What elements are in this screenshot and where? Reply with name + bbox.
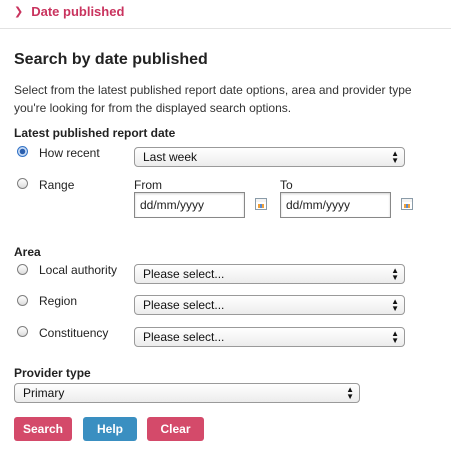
from-label: From: [134, 178, 162, 192]
constituency-label: Constituency: [39, 326, 109, 340]
constituency-select[interactable]: Please select... ▲ ▼: [134, 327, 405, 347]
to-label: To: [280, 178, 293, 192]
constituency-value: Please select...: [143, 330, 225, 344]
select-arrows-icon: ▲ ▼: [391, 329, 399, 345]
select-arrows-icon: ▲ ▼: [346, 385, 354, 401]
region-value: Please select...: [143, 298, 225, 312]
how-recent-label: How recent: [39, 146, 100, 160]
region-radio[interactable]: [17, 295, 28, 306]
divider: [0, 28, 451, 29]
from-date-input[interactable]: dd/mm/yyyy: [134, 192, 245, 218]
from-calendar-icon[interactable]: [255, 198, 267, 210]
select-arrows-icon: ▲ ▼: [391, 297, 399, 313]
report-date-label: Latest published report date: [14, 126, 176, 140]
how-recent-radio[interactable]: [17, 146, 28, 157]
provider-type-label: Provider type: [14, 366, 91, 380]
how-recent-select[interactable]: Last week ▲ ▼: [134, 147, 405, 167]
region-label: Region: [39, 294, 78, 308]
search-button[interactable]: Search: [14, 417, 72, 441]
to-calendar-icon[interactable]: [401, 198, 413, 210]
how-recent-value: Last week: [143, 150, 198, 164]
select-arrows-icon: ▲ ▼: [391, 266, 399, 282]
constituency-radio[interactable]: [17, 326, 28, 337]
local-authority-label: Local authority: [39, 263, 118, 277]
range-label: Range: [39, 178, 75, 192]
provider-type-value: Primary: [23, 386, 65, 400]
intro-text: Select from the latest published report …: [14, 83, 412, 115]
local-authority-select[interactable]: Please select... ▲ ▼: [134, 264, 405, 284]
breadcrumb[interactable]: ❯ Date published: [14, 4, 124, 19]
region-select[interactable]: Please select... ▲ ▼: [134, 295, 405, 315]
help-button[interactable]: Help: [83, 417, 137, 441]
breadcrumb-label: Date published: [31, 4, 125, 19]
local-authority-radio[interactable]: [17, 264, 28, 275]
area-label: Area: [14, 245, 41, 259]
clear-button[interactable]: Clear: [147, 417, 204, 441]
provider-type-select[interactable]: Primary ▲ ▼: [14, 383, 360, 403]
chevron-right-icon: ❯: [14, 6, 24, 18]
to-date-input[interactable]: dd/mm/yyyy: [280, 192, 391, 218]
page-title: Search by date published: [14, 51, 208, 68]
local-authority-value: Please select...: [143, 267, 225, 281]
select-arrows-icon: ▲ ▼: [391, 149, 399, 165]
range-radio[interactable]: [17, 178, 28, 189]
